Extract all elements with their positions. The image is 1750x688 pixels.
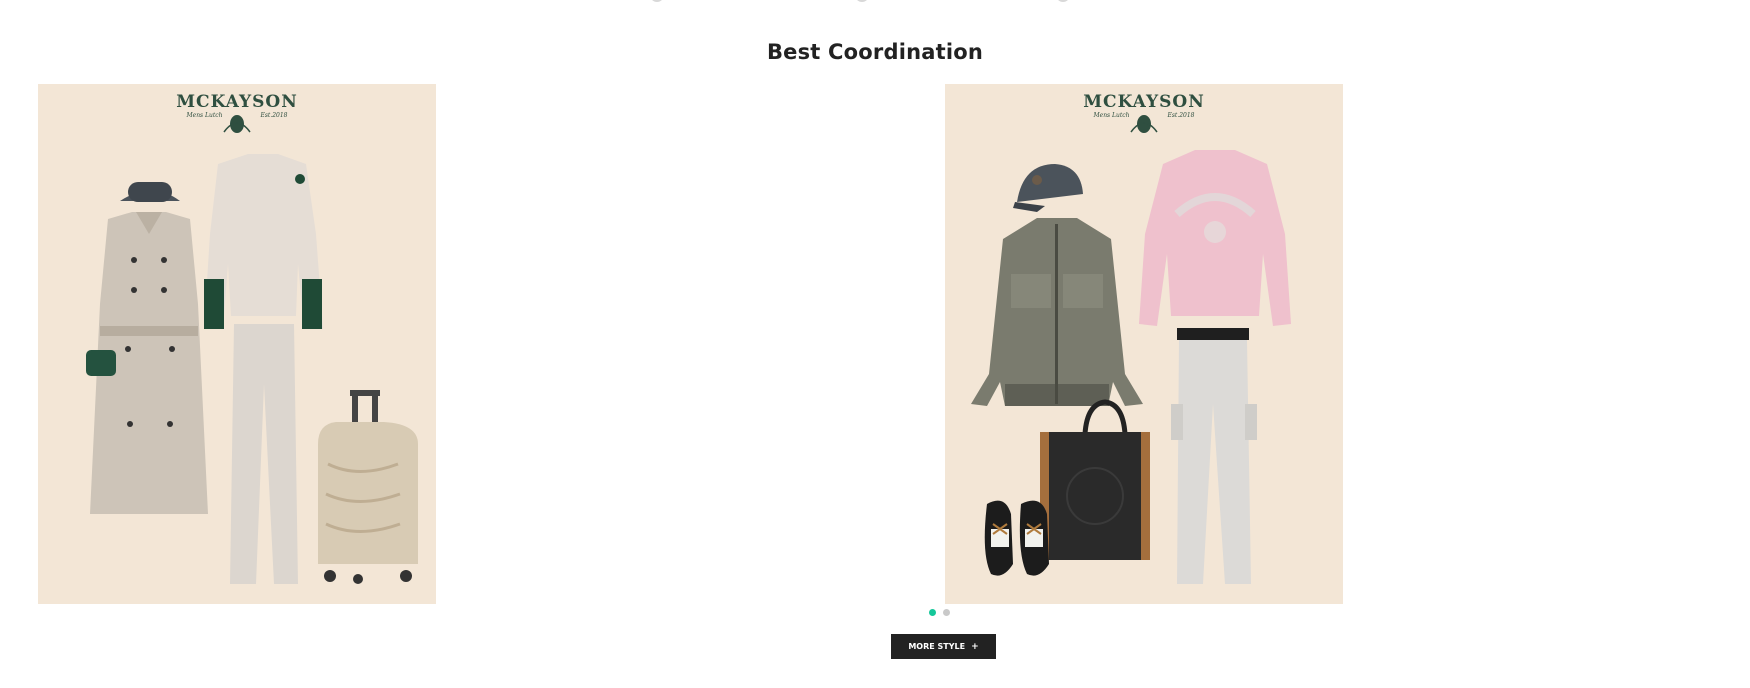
more-style-button[interactable]: MORE STYLE +	[891, 634, 996, 659]
brand-sub-left: Mens Lutch	[186, 112, 223, 119]
outfit-image	[971, 115, 1291, 584]
baseball-cap-icon	[1013, 164, 1083, 212]
outfit-image	[86, 115, 418, 584]
tote-bag-icon	[1040, 399, 1150, 560]
rolling-bag-icon	[318, 390, 418, 584]
bomber-jacket-icon	[971, 218, 1143, 406]
brand-subtitles: Mens Lutch Est.2018	[38, 112, 436, 119]
brand-subtitles: Mens Lutch Est.2018	[945, 112, 1343, 119]
carousel-top-edge	[0, 0, 1750, 2]
brand-sub-right: Est.2018	[260, 112, 288, 119]
pouch-icon	[86, 350, 116, 376]
section-title: Best Coordination	[766, 40, 984, 64]
brand-logo: MCKAYSON Mens Lutch Est.2018	[38, 92, 436, 119]
more-style-label: MORE STYLE	[908, 642, 966, 651]
pagination-dot-2[interactable]	[943, 609, 950, 616]
sweatshirt-icon	[1139, 150, 1291, 326]
coordination-card[interactable]: MCKAYSON Mens Lutch Est.2018	[945, 84, 1343, 604]
decorative-arc	[1056, 0, 1070, 2]
sweater-icon	[204, 154, 323, 329]
brand-sub-right: Est.2018	[1167, 112, 1195, 119]
carousel-pagination	[929, 609, 950, 616]
coordination-card[interactable]: MCKAYSON Mens Lutch Est.2018	[38, 84, 436, 604]
decorative-arc	[650, 0, 664, 2]
plus-icon: +	[971, 641, 979, 652]
golf-shoes-icon	[984, 500, 1049, 576]
trousers-icon	[230, 324, 298, 584]
brand-name: MCKAYSON	[1083, 92, 1205, 112]
brand-name: MCKAYSON	[176, 92, 298, 112]
brand-sub-left: Mens Lutch	[1093, 112, 1130, 119]
cargo-pants-icon	[1171, 328, 1257, 584]
brand-logo: MCKAYSON Mens Lutch Est.2018	[945, 92, 1343, 119]
pagination-dot-1[interactable]	[929, 609, 936, 616]
decorative-arc	[855, 0, 869, 2]
bucket-hat-icon	[120, 182, 180, 202]
